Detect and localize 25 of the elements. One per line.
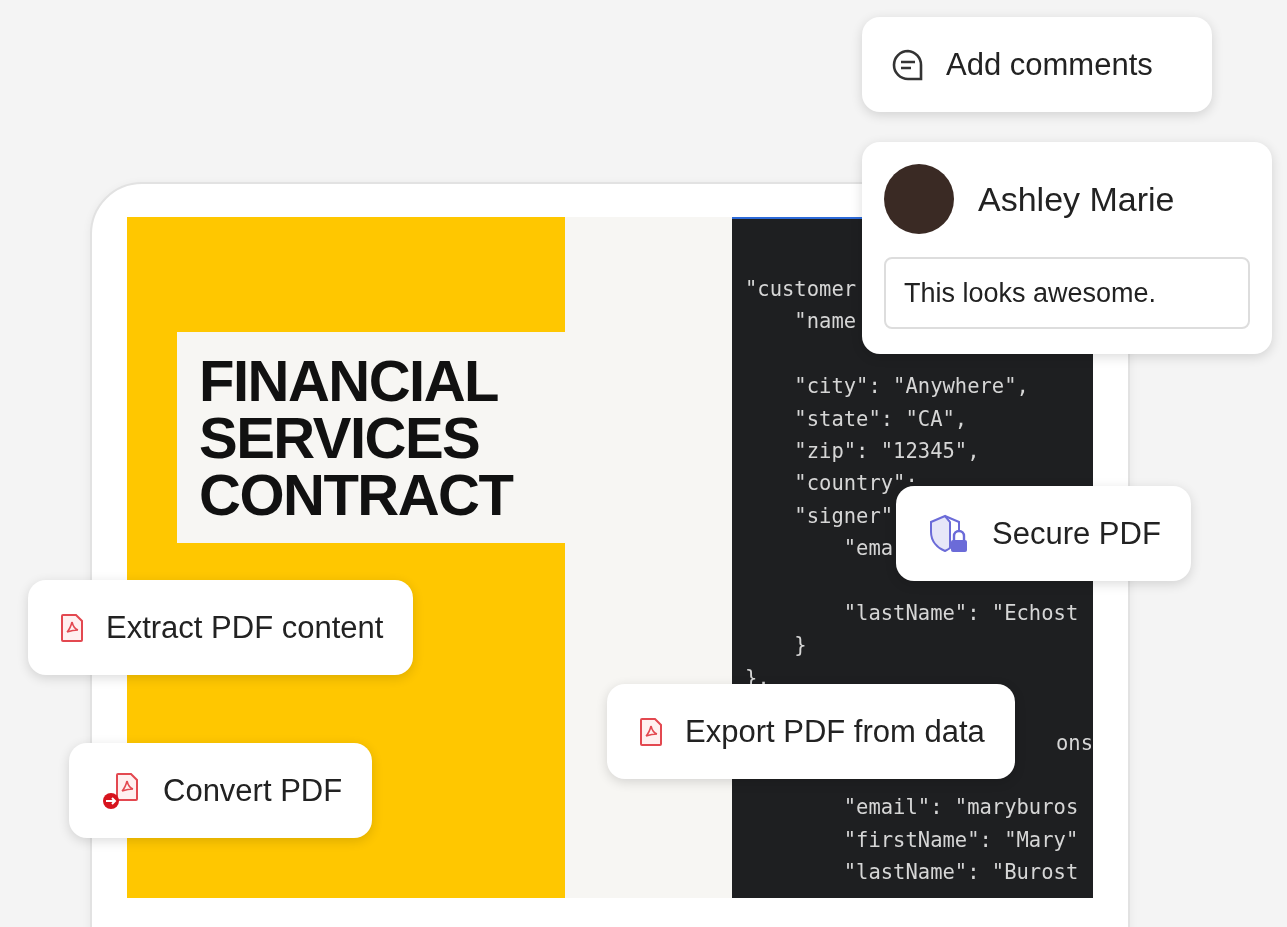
code-line: "ema — [842, 535, 894, 563]
code-line: ons — [1055, 729, 1093, 757]
code-line: "name — [793, 308, 857, 336]
code-line: "lastName": "Echost — [842, 600, 1079, 628]
code-line: "firstName": "Mary" — [842, 826, 1079, 854]
code-line: "lastName": "Burost — [842, 859, 1079, 887]
code-line: "email": "maryburos — [842, 794, 1079, 822]
comment-field[interactable]: This looks awesome. — [884, 257, 1250, 329]
pdf-convert-icon — [101, 770, 141, 811]
author-name: Ashley Marie — [978, 179, 1175, 219]
code-line: "zip": "12345", — [793, 438, 980, 465]
code-line: "city": "Anywhere", — [793, 373, 1029, 401]
action-button[interactable]: Export PDF from data — [607, 684, 1015, 779]
action-button[interactable]: Secure PDF — [896, 486, 1191, 581]
pdf-file-icon — [639, 717, 663, 746]
shield-lock-icon — [928, 513, 970, 554]
action-button[interactable]: Convert PDF — [69, 743, 373, 838]
code-line: } — [793, 632, 807, 660]
pdf-file-icon — [60, 613, 84, 642]
action-button[interactable]: Extract PDF content — [28, 580, 414, 675]
document-title: FINANCIAL SERVICES CONTRACT — [177, 332, 565, 543]
code-line: "state": "CA", — [793, 405, 968, 433]
code-line: "customer — [745, 276, 857, 303]
add-comments-button[interactable]: Add comments — [862, 17, 1212, 112]
code-line: "signer" — [793, 502, 894, 530]
